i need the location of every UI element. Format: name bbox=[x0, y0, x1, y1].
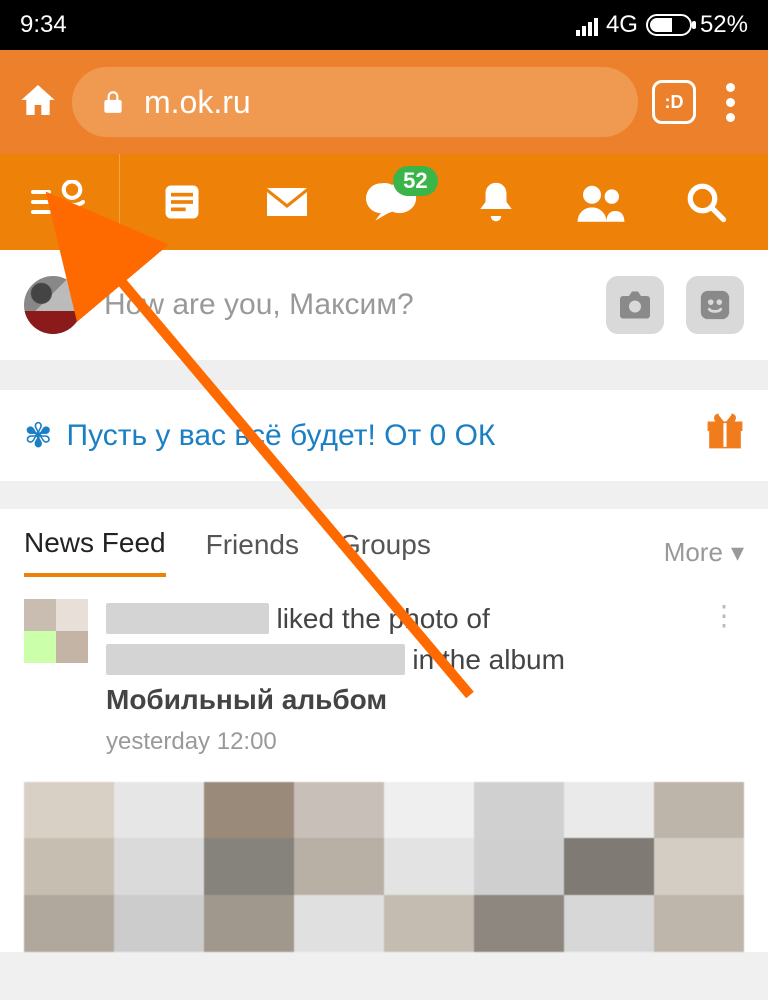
dot-icon bbox=[726, 113, 735, 122]
camera-button[interactable] bbox=[606, 276, 664, 334]
camera-icon bbox=[617, 290, 653, 320]
browser-toolbar: m.ok.ru :D bbox=[0, 50, 768, 154]
network-label: 4G bbox=[606, 11, 638, 39]
user-avatar[interactable] bbox=[24, 276, 82, 334]
compose-row: How are you, Максим? bbox=[0, 250, 768, 360]
promo-text: Пусть у вас всё будет! От 0 ОК bbox=[67, 419, 496, 453]
flower-icon: ✾ bbox=[24, 416, 53, 456]
feed-item-avatar[interactable] bbox=[24, 599, 88, 663]
feed-item-menu-button[interactable]: ⋮ bbox=[704, 599, 744, 760]
nav-discussions-button[interactable]: 52 bbox=[362, 172, 422, 232]
feed: ████████ liked the photo of ██████ва (██… bbox=[0, 577, 768, 952]
tabs-more-button[interactable]: More ▾ bbox=[664, 537, 744, 568]
dot-icon bbox=[726, 83, 735, 92]
battery-percent: 52% bbox=[700, 11, 748, 39]
browser-menu-button[interactable] bbox=[710, 83, 750, 122]
nav-notifications-button[interactable] bbox=[466, 172, 526, 232]
tab-groups[interactable]: Groups bbox=[339, 529, 431, 575]
tabs-count: :D bbox=[665, 92, 684, 113]
status-time: 9:34 bbox=[20, 11, 67, 39]
dot-icon bbox=[726, 98, 735, 107]
url-text: m.ok.ru bbox=[144, 84, 251, 121]
ok-logo-icon bbox=[55, 180, 89, 224]
nav-feed-button[interactable] bbox=[152, 172, 212, 232]
tabs-more-label: More bbox=[664, 537, 723, 568]
tab-friends[interactable]: Friends bbox=[206, 529, 299, 575]
menu-logo-button[interactable] bbox=[0, 154, 120, 250]
promo-banner[interactable]: ✾ Пусть у вас всё будет! От 0 ОК bbox=[0, 390, 768, 481]
signal-icon bbox=[576, 14, 598, 36]
feed-photo-blurred[interactable] bbox=[24, 782, 744, 952]
feed-text-in: in the album bbox=[405, 644, 565, 675]
smiley-icon bbox=[698, 288, 732, 322]
compose-input[interactable]: How are you, Максим? bbox=[104, 288, 584, 322]
feed-text-liked: liked the photo of bbox=[269, 603, 490, 634]
people-icon bbox=[574, 182, 628, 222]
nav-search-button[interactable] bbox=[676, 172, 736, 232]
hamburger-icon bbox=[31, 190, 51, 214]
battery-icon bbox=[646, 14, 692, 36]
discussions-badge: 52 bbox=[393, 166, 437, 196]
android-statusbar: 9:34 4G 52% bbox=[0, 0, 768, 50]
feed-icon bbox=[160, 180, 204, 224]
feed-timestamp: yesterday 12:00 bbox=[106, 725, 686, 760]
home-icon bbox=[18, 80, 58, 120]
nav-friends-button[interactable] bbox=[571, 172, 631, 232]
chevron-down-icon: ▾ bbox=[731, 537, 744, 568]
gift-icon bbox=[706, 412, 744, 459]
emoji-button[interactable] bbox=[686, 276, 744, 334]
tab-news-feed[interactable]: News Feed bbox=[24, 527, 166, 577]
feed-item-body: ████████ liked the photo of ██████ва (██… bbox=[106, 599, 686, 760]
envelope-icon bbox=[263, 182, 311, 222]
bell-icon bbox=[475, 179, 517, 225]
status-right: 4G 52% bbox=[576, 11, 748, 39]
home-button[interactable] bbox=[18, 80, 58, 125]
app-topnav: 52 bbox=[0, 154, 768, 250]
lock-icon bbox=[100, 89, 126, 115]
feed-item[interactable]: ████████ liked the photo of ██████ва (██… bbox=[24, 599, 744, 760]
redacted-name: ██████ва (██████) bbox=[106, 644, 405, 675]
nav-messages-button[interactable] bbox=[257, 172, 317, 232]
section-gap bbox=[0, 360, 768, 390]
redacted-name: ████████ bbox=[106, 603, 269, 634]
tabs-button[interactable]: :D bbox=[652, 80, 696, 124]
feed-tabs: News Feed Friends Groups More ▾ bbox=[0, 509, 768, 577]
search-icon bbox=[685, 181, 727, 223]
feed-album-name: Мобильный альбом bbox=[106, 684, 387, 715]
url-bar[interactable]: m.ok.ru bbox=[72, 67, 638, 137]
